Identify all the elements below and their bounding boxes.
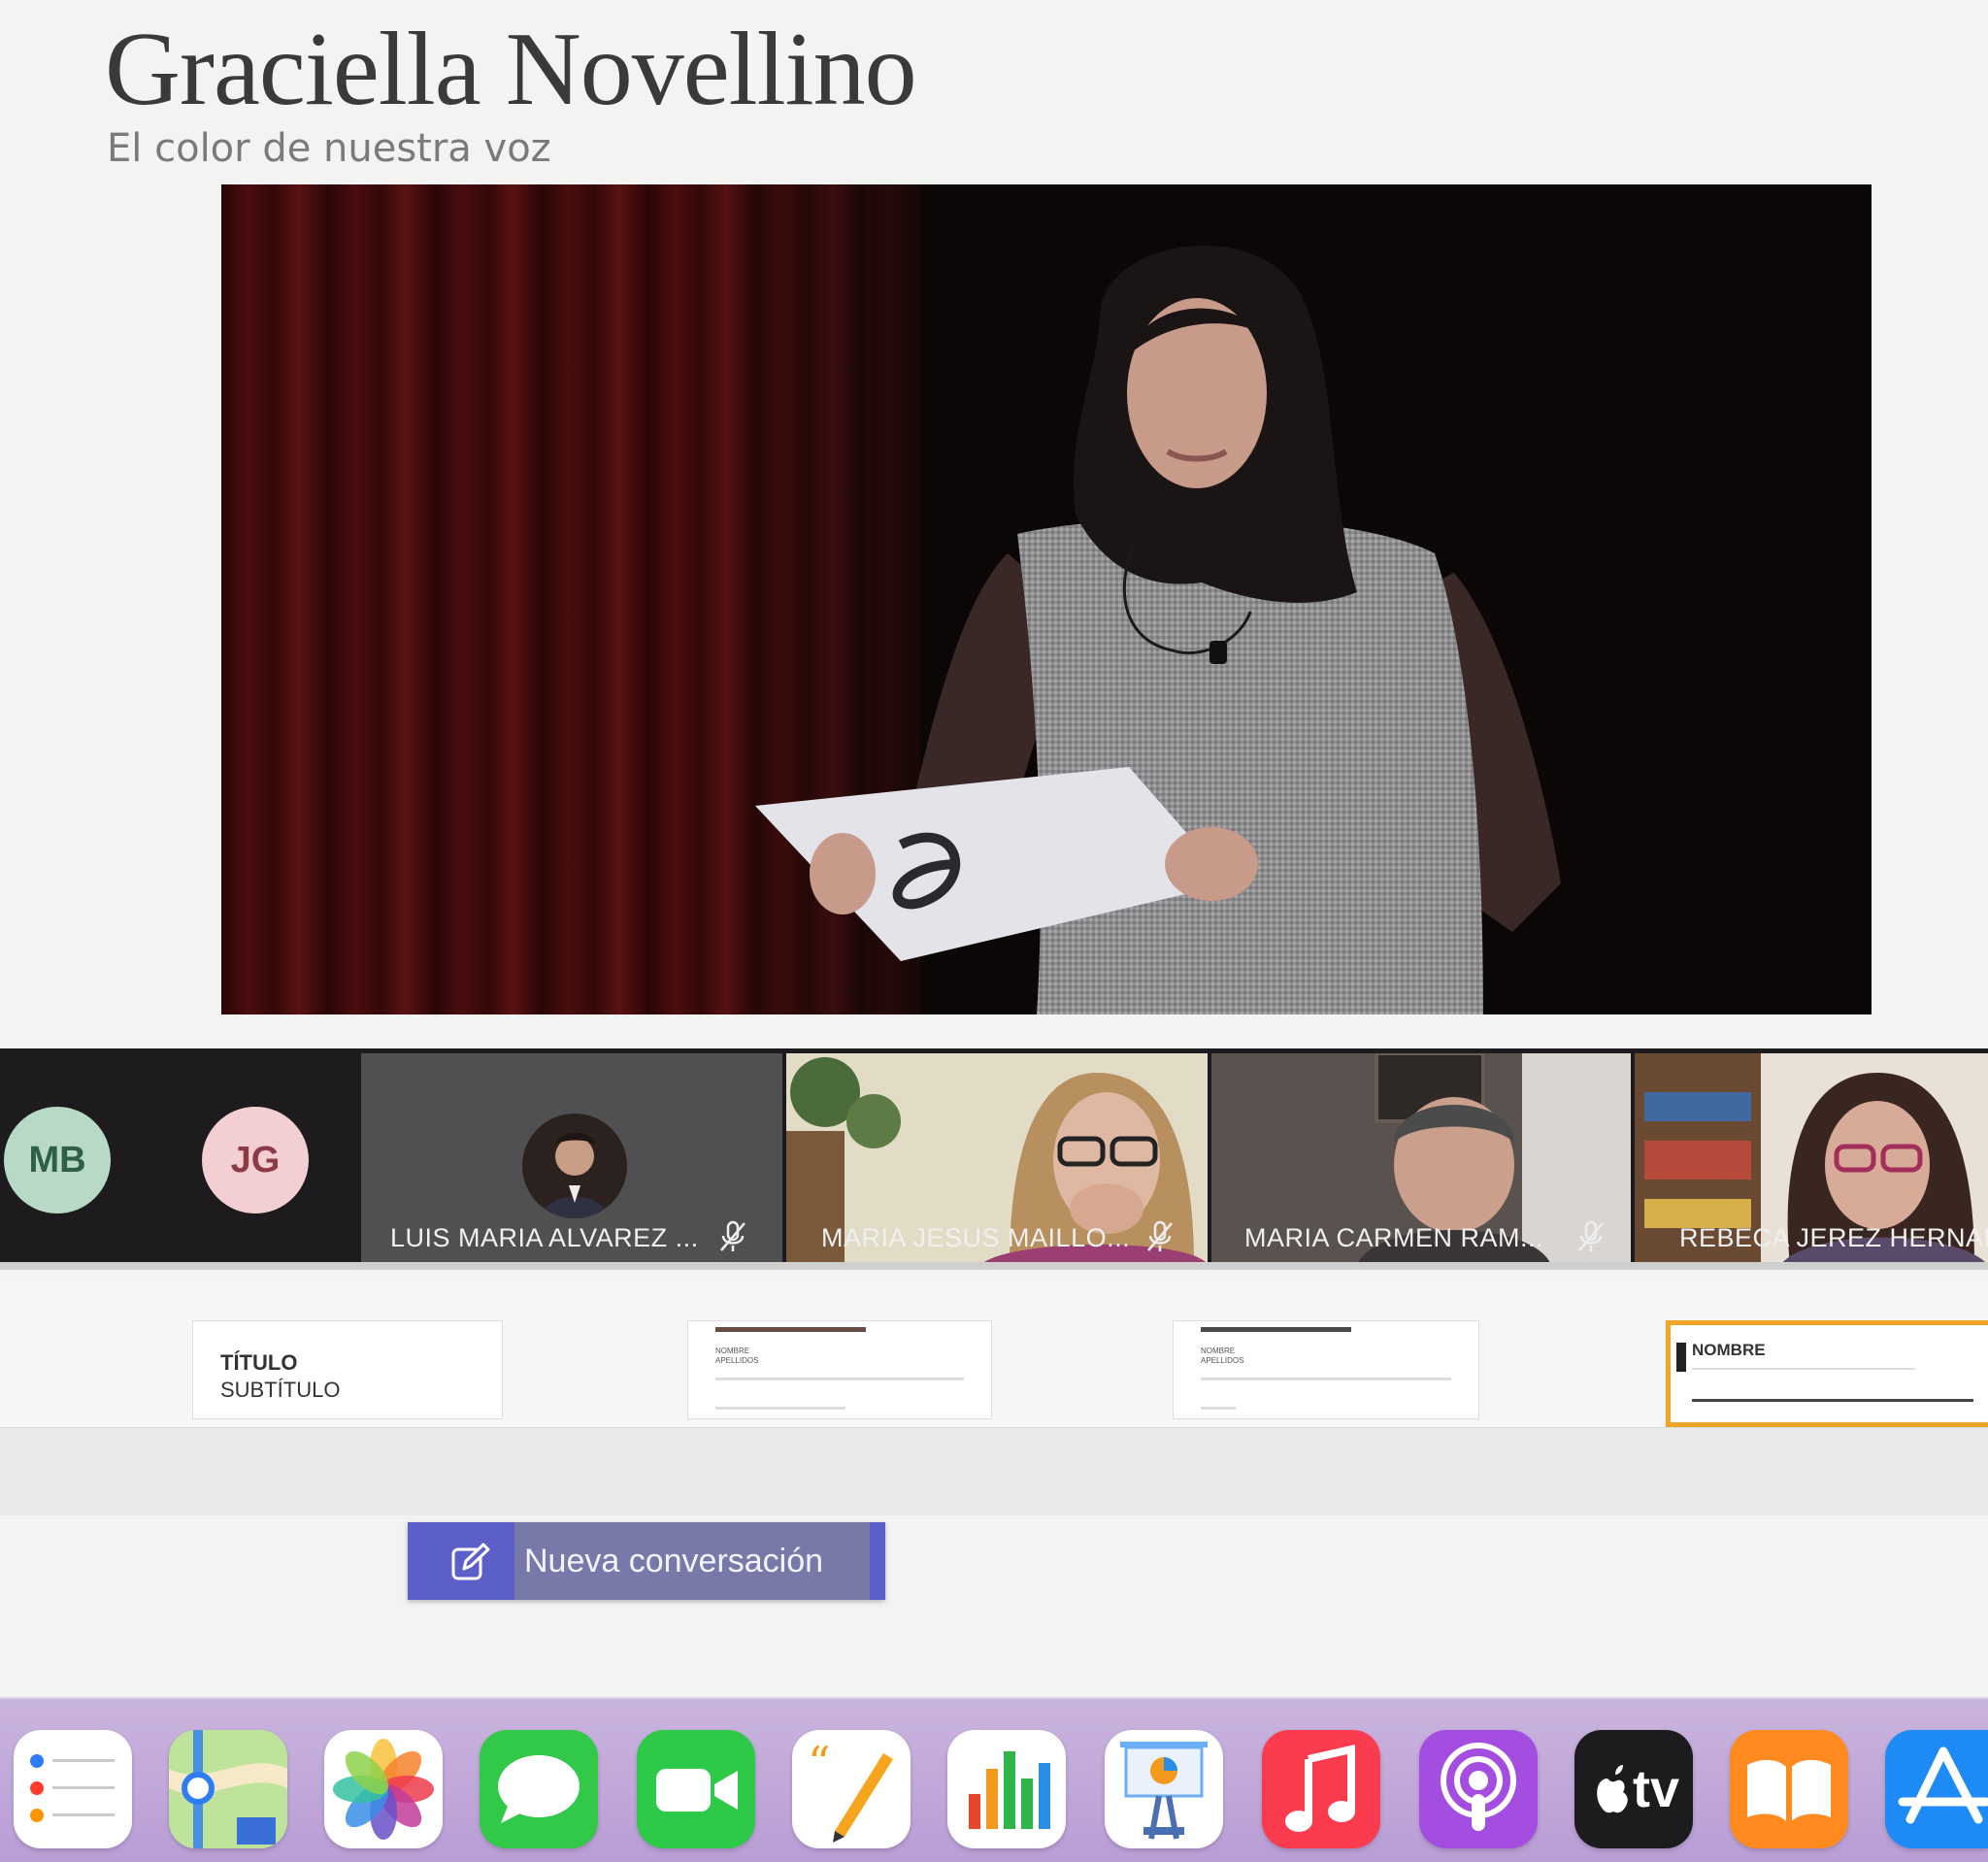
- template-text-line: [1692, 1368, 1915, 1370]
- books-glyph: [1747, 1759, 1831, 1821]
- template-marker: [1676, 1343, 1686, 1372]
- participant-photo-avatar: [522, 1114, 627, 1218]
- participant-tile[interactable]: MARIA CARMEN RAM...: [1211, 1053, 1631, 1265]
- compose-icon: [451, 1543, 490, 1580]
- participant-avatar-mb[interactable]: MB: [4, 1107, 111, 1214]
- template-accent-bar: [1201, 1327, 1351, 1332]
- tv-icon[interactable]: tv: [1574, 1730, 1693, 1848]
- presentation-video[interactable]: [221, 184, 1872, 1014]
- participant-tile[interactable]: MARIA JESUS MAILLO...: [786, 1053, 1208, 1265]
- reminders-icon[interactable]: [14, 1730, 132, 1848]
- photos-icon[interactable]: [324, 1730, 443, 1848]
- new-conversation-label-area: Nueva conversación: [514, 1522, 870, 1600]
- template-card[interactable]: NOMBRE APELLIDOS: [687, 1320, 992, 1419]
- template-subtitle: APELLIDOS: [715, 1356, 759, 1365]
- template-text-line: [715, 1407, 845, 1410]
- person-photo: [542, 1133, 608, 1218]
- avatar-initials-text: MB: [28, 1139, 86, 1180]
- participant-name: REBECA JEREZ HERNAND: [1679, 1223, 1988, 1252]
- keynote-glyph: [1120, 1742, 1208, 1840]
- slide-subtitle: El color de nuestra voz: [107, 126, 551, 171]
- participant-name: MARIA CARMEN RAM...: [1244, 1223, 1544, 1252]
- svg-text:“: “: [808, 1737, 831, 1789]
- avatar-initials-text: JG: [230, 1139, 281, 1180]
- mic-off-icon: [1147, 1220, 1173, 1251]
- numbers-icon[interactable]: [947, 1730, 1066, 1848]
- facetime-glyph: [656, 1769, 738, 1812]
- pages-icon[interactable]: “: [792, 1730, 911, 1848]
- template-gallery: TÍTULO SUBTÍTULO NOMBRE APELLIDOS NOMBRE…: [0, 1281, 1988, 1427]
- music-glyph: [1285, 1744, 1355, 1832]
- conversation-area: [0, 1427, 1988, 1515]
- photos-glyph: [333, 1739, 434, 1840]
- participant-name: MARIA JESUS MAILLO...: [821, 1223, 1131, 1252]
- template-text-line: [1692, 1399, 1973, 1402]
- template-subtitle: APELLIDOS: [1201, 1356, 1244, 1365]
- mic-off-icon: [1578, 1220, 1604, 1251]
- strip-divider: [0, 1262, 1988, 1270]
- participant-tile[interactable]: REBECA JEREZ HERNAND: [1635, 1053, 1988, 1265]
- screen: Graciella Novellino El color de nuestra …: [0, 0, 1988, 1862]
- template-card[interactable]: NOMBRE APELLIDOS: [1173, 1320, 1479, 1419]
- pages-glyph: “: [808, 1737, 893, 1843]
- participant-avatar-jg[interactable]: JG: [202, 1107, 309, 1214]
- template-title: TÍTULO: [220, 1350, 298, 1375]
- books-icon[interactable]: [1730, 1730, 1848, 1848]
- participant-tile[interactable]: LUIS MARIA ALVAREZ ...: [361, 1053, 782, 1265]
- tv-label: tv: [1633, 1760, 1680, 1818]
- music-icon[interactable]: [1262, 1730, 1380, 1848]
- keynote-icon[interactable]: [1105, 1730, 1223, 1848]
- maps-glyph: [169, 1730, 287, 1848]
- messages-glyph: [498, 1755, 580, 1823]
- facetime-icon[interactable]: [637, 1730, 755, 1848]
- template-card-selected[interactable]: NOMBRE: [1666, 1320, 1988, 1427]
- template-text-line: [715, 1378, 964, 1380]
- podcasts-icon[interactable]: [1419, 1730, 1538, 1848]
- numbers-glyph: [969, 1751, 1050, 1829]
- template-accent-bar: [715, 1327, 866, 1332]
- new-conversation-label: Nueva conversación: [524, 1542, 824, 1579]
- reminders-glyph: [30, 1754, 115, 1822]
- mic-off-icon: [720, 1220, 746, 1251]
- speaker-figure: [755, 245, 1561, 1014]
- podcasts-glyph: [1441, 1743, 1516, 1831]
- app-store-icon[interactable]: [1885, 1730, 1988, 1848]
- maps-icon[interactable]: [169, 1730, 287, 1848]
- template-card[interactable]: TÍTULO SUBTÍTULO: [192, 1320, 503, 1419]
- participant-name: LUIS MARIA ALVAREZ ...: [390, 1223, 699, 1252]
- slide-title: Graciella Novellino: [105, 12, 917, 127]
- template-title: NOMBRE: [1692, 1341, 1766, 1359]
- template-text-line: [1201, 1378, 1451, 1380]
- app-store-glyph: [1898, 1746, 1988, 1824]
- template-title: NOMBRE: [1201, 1347, 1236, 1355]
- template-text-line: [1201, 1407, 1236, 1410]
- template-subtitle: SUBTÍTULO: [220, 1378, 341, 1402]
- messages-icon[interactable]: [480, 1730, 598, 1848]
- template-title: NOMBRE: [715, 1347, 750, 1355]
- new-conversation-button[interactable]: Nueva conversación: [408, 1522, 885, 1600]
